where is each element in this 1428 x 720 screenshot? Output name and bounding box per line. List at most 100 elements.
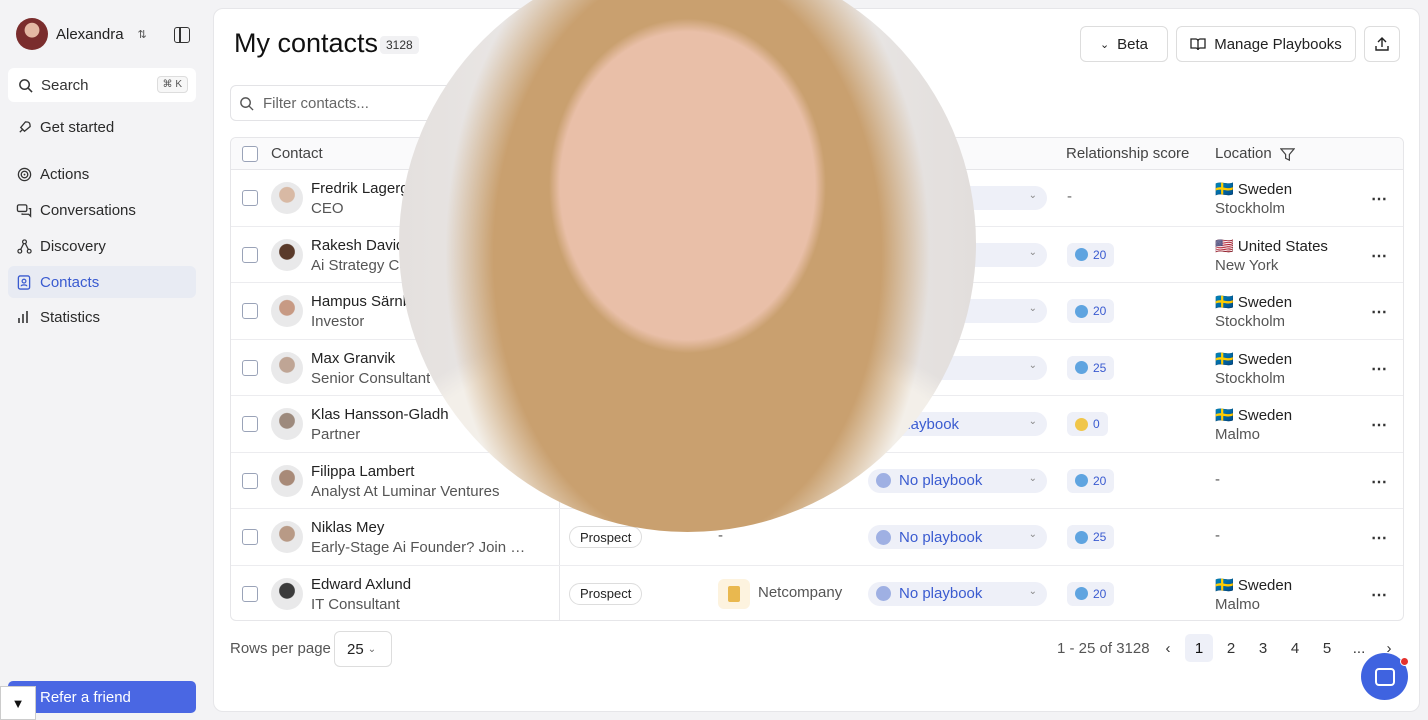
more-options-icon[interactable]: ⋯ <box>1371 302 1388 322</box>
row-checkbox[interactable] <box>242 303 258 319</box>
contact-name[interactable]: Max Granvik <box>311 350 395 367</box>
country-name: Sweden <box>1237 576 1293 594</box>
target-icon <box>16 166 32 182</box>
more-options-icon[interactable]: ⋯ <box>1371 528 1388 548</box>
flag-icon: 🇸🇪 <box>1215 576 1234 594</box>
manage-playbooks-button[interactable]: Manage Playbooks <box>1176 26 1356 62</box>
contact-name[interactable]: Fredrik Lagergr <box>311 180 414 197</box>
page-1[interactable]: 1 <box>1185 634 1213 662</box>
filter-funnel-icon[interactable] <box>1280 147 1295 162</box>
relationship-score: 20 <box>1067 468 1115 493</box>
page-5[interactable]: 5 <box>1313 634 1341 662</box>
contact-name[interactable]: Klas Hansson-Gladh <box>311 406 449 423</box>
row-checkbox[interactable] <box>242 416 258 432</box>
playbook-select[interactable]: No playbook ⌄ <box>868 468 1047 493</box>
column-location[interactable]: Location <box>1215 145 1272 162</box>
country-name: Sweden <box>1237 181 1293 198</box>
playbook-dot-icon <box>876 586 891 601</box>
row-checkbox[interactable] <box>242 359 258 376</box>
page-2[interactable]: 2 <box>1217 634 1245 662</box>
playbook-value: No playbook <box>899 472 983 489</box>
location-country: 🇸🇪 Sweden <box>1215 576 1292 594</box>
rows-per-page-value: 25 <box>347 640 364 658</box>
contact-title: Partner <box>311 426 361 443</box>
beta-button[interactable]: ⌄ Beta <box>1080 26 1168 62</box>
table-row[interactable]: Edward Axlund IT Consultant Prospect Netcom… <box>231 566 1403 621</box>
more-options-icon[interactable]: ⋯ <box>1371 246 1388 266</box>
contacts-count-badge: 3128 <box>380 36 419 54</box>
sidebar-item-get-started[interactable]: Get started <box>8 111 196 143</box>
sidebar-item-label: Contacts <box>40 273 100 291</box>
row-checkbox[interactable] <box>242 529 258 545</box>
more-options-icon[interactable]: ⋯ <box>1371 189 1388 209</box>
notification-dot <box>1400 657 1409 666</box>
relationship-score: 20 <box>1067 242 1115 267</box>
avatar <box>271 577 303 610</box>
page-4[interactable]: 4 <box>1281 634 1309 662</box>
more-options-icon[interactable]: ⋯ <box>1371 359 1388 379</box>
playbook-dot-icon <box>876 473 891 488</box>
triangle-down-icon[interactable]: ▼ <box>0 686 36 720</box>
company-name[interactable]: Netcompany <box>758 584 842 601</box>
export-button[interactable] <box>1364 26 1400 62</box>
contact-name[interactable]: Filippa Lambert <box>311 463 414 480</box>
user-menu[interactable]: Alexandra ⇅ <box>16 18 147 50</box>
company-logo-icon <box>718 578 750 609</box>
sidebar-item-conversations[interactable]: Conversations <box>8 194 196 226</box>
stage-badge[interactable]: Prospect <box>569 582 643 605</box>
avatar <box>271 408 303 440</box>
search-label: Search <box>41 76 89 94</box>
refer-friend-button[interactable]: Refer a friend <box>8 681 196 713</box>
avatar <box>271 295 303 327</box>
contact-title: Investor <box>311 313 365 330</box>
rocket-icon <box>16 119 32 135</box>
select-all-checkbox[interactable] <box>242 146 258 162</box>
chevron-down-icon: ⌄ <box>1028 416 1037 427</box>
sidebar-item-contacts[interactable]: Contacts <box>8 266 196 298</box>
location-empty: - <box>1215 470 1220 488</box>
more-options-icon[interactable]: ⋯ <box>1371 585 1388 605</box>
prev-page-chevron-icon[interactable]: ‹ <box>1154 634 1182 662</box>
contact-name[interactable]: Rakesh David <box>311 237 404 254</box>
country-name: Sweden <box>1237 350 1293 368</box>
location-city: Malmo <box>1215 595 1261 613</box>
flag-icon: 🇺🇸 <box>1215 237 1234 255</box>
contacts-icon <box>16 274 32 290</box>
stage-badge[interactable]: Prospect <box>569 526 643 548</box>
contact-name[interactable]: Hampus Särnb <box>311 293 411 310</box>
rows-per-page-select[interactable]: 25 ⌄ <box>334 631 392 667</box>
location-city: Stockholm <box>1215 369 1286 387</box>
more-options-icon[interactable]: ⋯ <box>1371 415 1388 435</box>
contact-name[interactable]: Niklas Mey <box>311 519 384 536</box>
page-3[interactable]: 3 <box>1249 634 1277 662</box>
flag-icon: 🇸🇪 <box>1215 407 1234 424</box>
playbook-select[interactable]: No playbook ⌄ <box>868 525 1047 549</box>
sidebar-item-discovery[interactable]: Discovery <box>8 230 196 262</box>
table-row[interactable]: Niklas Mey Early-Stage Ai Founder? Join O… <box>231 509 1403 566</box>
location-country: 🇺🇸 United States <box>1215 237 1328 255</box>
row-checkbox[interactable] <box>242 190 258 206</box>
sidebar-item-label: Get started <box>40 118 115 136</box>
playbook-select[interactable]: No playbook ⌄ <box>868 581 1047 606</box>
flag-icon: 🇸🇪 <box>1215 181 1234 198</box>
sidebar: Alexandra ⇅ Search ⌘ K Get started Actio… <box>0 0 205 720</box>
user-name: Alexandra <box>56 25 124 43</box>
sidebar-item-actions[interactable]: Actions <box>8 158 196 190</box>
chevron-down-icon: ⌄ <box>1028 246 1037 258</box>
sidebar-item-label: Discovery <box>40 237 106 255</box>
search-button[interactable]: Search ⌘ K <box>8 68 196 102</box>
sidebar-item-statistics[interactable]: Statistics <box>8 301 196 333</box>
sidebar-toggle-icon[interactable] <box>174 27 190 43</box>
row-checkbox[interactable] <box>242 472 258 489</box>
score-value: 20 <box>1093 586 1107 601</box>
row-checkbox[interactable] <box>242 246 258 263</box>
smiley-icon <box>1075 361 1088 374</box>
location-country: 🇸🇪 Sweden <box>1215 180 1292 198</box>
column-relationship-score[interactable]: Relationship score <box>1066 145 1189 162</box>
more-options-icon[interactable]: ⋯ <box>1371 472 1388 492</box>
column-contact[interactable]: Contact <box>271 145 323 162</box>
country-name: Sweden <box>1237 294 1293 311</box>
contact-name[interactable]: Edward Axlund <box>311 576 411 593</box>
row-checkbox[interactable] <box>242 585 258 602</box>
country-name: United States <box>1237 237 1328 255</box>
